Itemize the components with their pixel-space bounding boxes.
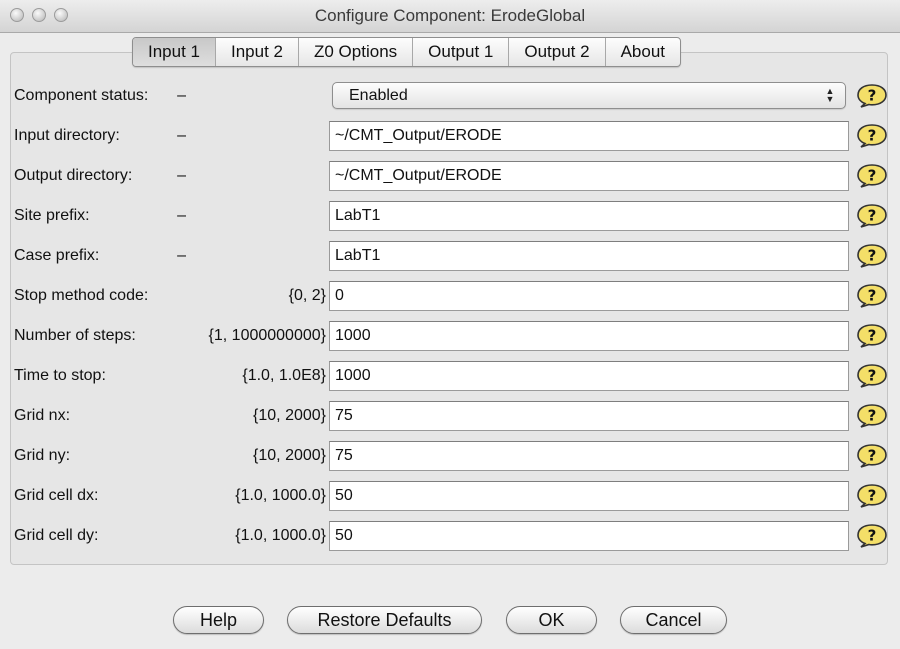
svg-text:?: ? <box>868 407 877 425</box>
field-range: – <box>177 167 186 184</box>
field-range: {10, 2000} <box>253 447 326 464</box>
cancel-button[interactable]: Cancel <box>620 606 727 634</box>
row-input-directory: Input directory: – ~/CMT_Output/ERODE ? <box>0 121 900 151</box>
help-icon[interactable]: ? <box>857 284 887 308</box>
row-time-to-stop: Time to stop: {1.0, 1.0E8} 1000 ? <box>0 361 900 391</box>
field-range: {0, 2} <box>288 287 326 304</box>
stepper-arrows-icon: ▲ ▼ <box>825 86 835 104</box>
row-component-status: Component status: – Enabled ▲ ▼ ? <box>0 81 900 111</box>
row-site-prefix: Site prefix: – LabT1 ? <box>0 201 900 231</box>
site-prefix-field[interactable]: LabT1 <box>329 201 849 231</box>
number-of-steps-field[interactable]: 1000 <box>329 321 849 351</box>
selected-value: Enabled <box>349 87 408 104</box>
grid-cell-dx-field[interactable]: 50 <box>329 481 849 511</box>
time-to-stop-field[interactable]: 1000 <box>329 361 849 391</box>
help-icon[interactable]: ? <box>857 124 887 148</box>
help-icon[interactable]: ? <box>857 484 887 508</box>
field-range: {1.0, 1000.0} <box>235 527 326 544</box>
row-grid-nx: Grid nx: {10, 2000} 75 ? <box>0 401 900 431</box>
grid-nx-field[interactable]: 75 <box>329 401 849 431</box>
tab-about[interactable]: About <box>604 38 680 66</box>
field-range: {1, 1000000000} <box>208 327 326 344</box>
grid-ny-field[interactable]: 75 <box>329 441 849 471</box>
field-label: Input directory: <box>14 127 120 144</box>
tab-output-1[interactable]: Output 1 <box>412 38 508 66</box>
field-label: Number of steps: <box>14 327 136 344</box>
svg-text:?: ? <box>868 447 877 465</box>
help-icon[interactable]: ? <box>857 84 887 108</box>
row-grid-ny: Grid ny: {10, 2000} 75 ? <box>0 441 900 471</box>
field-label: Grid nx: <box>14 407 71 424</box>
row-stop-method-code: Stop method code: {0, 2} 0 ? <box>0 281 900 311</box>
field-label: Grid ny: <box>14 447 71 464</box>
title-bar: Configure Component: ErodeGlobal <box>0 0 900 33</box>
output-directory-field[interactable]: ~/CMT_Output/ERODE <box>329 161 849 191</box>
svg-text:?: ? <box>868 287 877 305</box>
field-label: Time to stop: <box>14 367 106 384</box>
input-directory-field[interactable]: ~/CMT_Output/ERODE <box>329 121 849 151</box>
grid-cell-dy-field[interactable]: 50 <box>329 521 849 551</box>
field-range: {1.0, 1000.0} <box>235 487 326 504</box>
restore-defaults-button[interactable]: Restore Defaults <box>287 606 482 634</box>
field-range: – <box>177 127 186 144</box>
field-label: Case prefix: <box>14 247 100 264</box>
field-label: Output directory: <box>14 167 133 184</box>
help-icon[interactable]: ? <box>857 324 887 348</box>
row-grid-cell-dy: Grid cell dy: {1.0, 1000.0} 50 ? <box>0 521 900 551</box>
svg-text:?: ? <box>868 487 877 505</box>
help-icon[interactable]: ? <box>857 524 887 548</box>
help-button[interactable]: Help <box>173 606 264 634</box>
help-icon[interactable]: ? <box>857 204 887 228</box>
help-icon[interactable]: ? <box>857 364 887 388</box>
svg-text:?: ? <box>868 127 877 145</box>
field-range: – <box>177 247 186 264</box>
tab-output-2[interactable]: Output 2 <box>508 38 604 66</box>
svg-text:?: ? <box>868 247 877 265</box>
field-label: Site prefix: <box>14 207 90 224</box>
field-range: {10, 2000} <box>253 407 326 424</box>
row-case-prefix: Case prefix: – LabT1 ? <box>0 241 900 271</box>
help-icon[interactable]: ? <box>857 164 887 188</box>
tab-bar: Input 1 Input 2 Z0 Options Output 1 Outp… <box>132 37 682 67</box>
row-output-directory: Output directory: – ~/CMT_Output/ERODE ? <box>0 161 900 191</box>
row-grid-cell-dx: Grid cell dx: {1.0, 1000.0} 50 ? <box>0 481 900 511</box>
help-icon[interactable]: ? <box>857 404 887 428</box>
svg-text:?: ? <box>868 167 877 185</box>
field-range: {1.0, 1.0E8} <box>242 367 326 384</box>
window-title: Configure Component: ErodeGlobal <box>314 6 586 25</box>
svg-text:?: ? <box>868 207 877 225</box>
row-number-of-steps: Number of steps: {1, 1000000000} 1000 ? <box>0 321 900 351</box>
tab-input-2[interactable]: Input 2 <box>215 38 298 66</box>
svg-text:?: ? <box>868 327 877 345</box>
svg-text:?: ? <box>868 87 877 105</box>
ok-button[interactable]: OK <box>506 606 597 634</box>
help-icon[interactable]: ? <box>857 244 887 268</box>
case-prefix-field[interactable]: LabT1 <box>329 241 849 271</box>
help-icon[interactable]: ? <box>857 444 887 468</box>
field-label: Stop method code: <box>14 287 149 304</box>
svg-text:?: ? <box>868 367 877 385</box>
field-range: – <box>177 87 186 104</box>
field-range: – <box>177 207 186 224</box>
stop-method-code-field[interactable]: 0 <box>329 281 849 311</box>
field-label: Component status: <box>14 87 149 104</box>
field-label: Grid cell dy: <box>14 527 99 544</box>
field-label: Grid cell dx: <box>14 487 99 504</box>
tab-input-1[interactable]: Input 1 <box>133 38 215 66</box>
component-status-select[interactable]: Enabled ▲ ▼ <box>332 82 846 109</box>
svg-text:?: ? <box>868 527 877 545</box>
tab-z0-options[interactable]: Z0 Options <box>298 38 412 66</box>
